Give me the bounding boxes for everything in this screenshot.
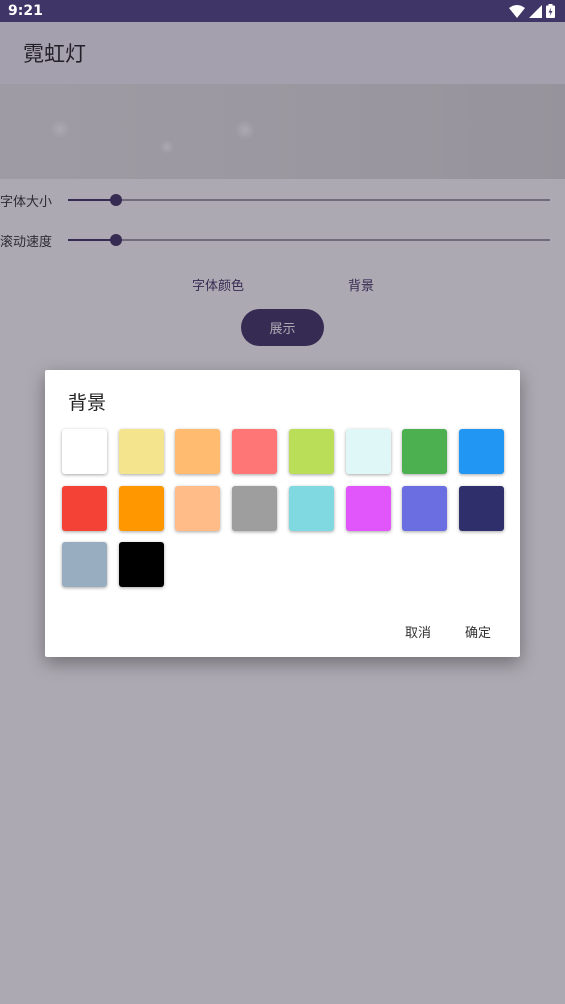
color-swatch[interactable] bbox=[232, 429, 278, 474]
color-swatch[interactable] bbox=[458, 429, 504, 474]
color-swatch[interactable] bbox=[62, 429, 107, 474]
color-swatch[interactable] bbox=[62, 542, 107, 587]
battery-icon bbox=[546, 4, 555, 18]
signal-icon bbox=[529, 4, 542, 18]
background-color-dialog: 背景 取消 确定 bbox=[45, 370, 520, 657]
color-swatch[interactable] bbox=[345, 485, 391, 531]
ok-button[interactable]: 确定 bbox=[465, 622, 491, 641]
color-swatch[interactable] bbox=[175, 429, 221, 474]
color-swatch[interactable] bbox=[402, 485, 448, 531]
color-swatch[interactable] bbox=[118, 542, 164, 587]
color-swatch[interactable] bbox=[288, 429, 334, 474]
status-time: 9:21 bbox=[8, 3, 43, 19]
color-swatch[interactable] bbox=[345, 429, 391, 474]
color-swatch[interactable] bbox=[62, 485, 107, 531]
cancel-button[interactable]: 取消 bbox=[405, 622, 431, 641]
color-swatch[interactable] bbox=[232, 485, 278, 531]
dialog-title: 背景 bbox=[68, 392, 107, 414]
status-bar: 9:21 bbox=[0, 0, 565, 22]
wifi-icon bbox=[509, 4, 525, 18]
color-swatch[interactable] bbox=[458, 485, 504, 531]
color-swatch[interactable] bbox=[118, 429, 164, 474]
color-swatch[interactable] bbox=[402, 429, 448, 474]
color-swatch[interactable] bbox=[118, 485, 164, 531]
color-swatch[interactable] bbox=[288, 485, 334, 531]
color-swatch[interactable] bbox=[175, 485, 221, 531]
